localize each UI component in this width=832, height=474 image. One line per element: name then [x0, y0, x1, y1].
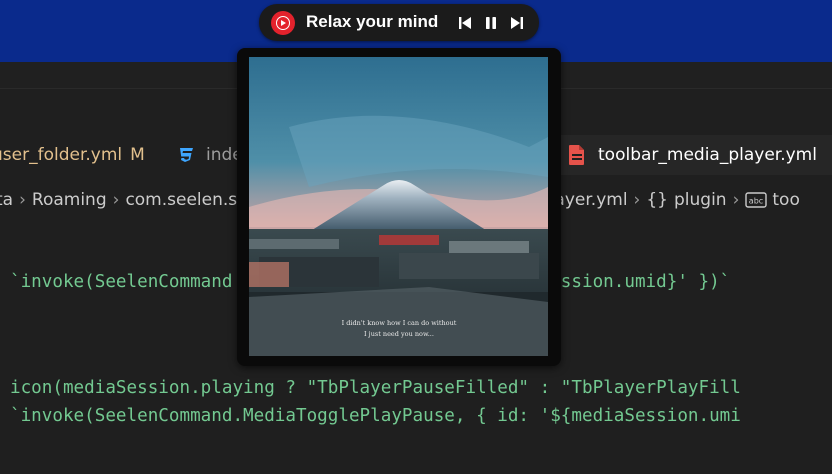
next-icon[interactable]: [509, 15, 525, 31]
album-art: I didn't know how I can do without I jus…: [249, 57, 548, 356]
tab-label: user_folder.yml: [0, 145, 123, 165]
media-title: Relax your mind: [306, 12, 439, 31]
breadcrumb-item[interactable]: too: [772, 190, 799, 210]
breadcrumb-item[interactable]: ta: [0, 190, 13, 210]
code-line[interactable]: icon(mediaSession.playing ? "TbPlayerPau…: [10, 378, 741, 398]
tab-toolbar-media-player[interactable]: toolbar_media_player.yml: [560, 135, 832, 175]
file-icon: [569, 145, 584, 165]
tab-user-folder[interactable]: user_folder.yml M: [0, 135, 145, 175]
modified-badge: M: [130, 145, 145, 165]
chevron-right-icon: ›: [19, 190, 26, 210]
breadcrumb-item[interactable]: com.seelen.s: [125, 190, 237, 210]
breadcrumb-item[interactable]: Roaming: [32, 190, 107, 210]
chevron-right-icon: ›: [112, 190, 120, 210]
tab-label: toolbar_media_player.yml: [598, 145, 817, 165]
breadcrumb: ta › Roaming › com.seelen.s: [0, 187, 237, 213]
youtube-music-icon: [271, 11, 295, 35]
chevron-right-icon: ›: [732, 190, 740, 210]
media-player-widget[interactable]: Relax your mind: [259, 4, 539, 41]
text-abc-icon: abc: [745, 192, 768, 208]
caption-line: I didn't know how I can do without: [342, 319, 457, 327]
code-line[interactable]: `invoke(SeelenCommand.MediaTogglePlayPau…: [10, 406, 741, 426]
breadcrumb-tail: a_player.yml › {} plugin › abc too: [520, 187, 800, 213]
svg-text:abc: abc: [749, 197, 763, 206]
css-icon: [180, 148, 193, 162]
previous-icon[interactable]: [457, 15, 473, 31]
media-thumbnail-popup: I didn't know how I can do without I jus…: [237, 48, 561, 366]
tab-index-css[interactable]: inde: [176, 135, 243, 175]
braces-icon: {}: [646, 190, 668, 210]
chevron-right-icon: ›: [633, 190, 641, 210]
pause-icon[interactable]: [483, 15, 499, 31]
breadcrumb-item[interactable]: plugin: [674, 190, 727, 210]
caption-line: I just need you now...: [364, 330, 434, 338]
